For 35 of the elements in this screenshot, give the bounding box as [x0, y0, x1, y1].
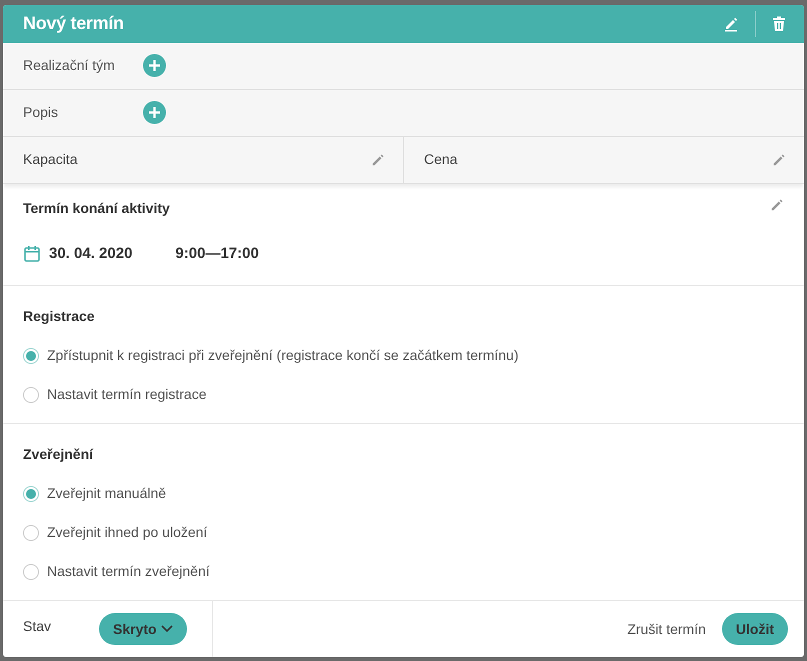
- option-label: Zveřejnit ihned po uložení: [47, 523, 208, 542]
- pencil-icon[interactable]: [772, 152, 786, 167]
- field-label: Kapacita: [23, 150, 78, 170]
- option-label: Zpřístupnit k registraci při zveřejnění (registrace končí se začátkem termínu): [47, 346, 519, 366]
- field-label: Cena: [424, 150, 458, 170]
- radio-button[interactable]: [23, 386, 39, 403]
- field-label: Realizační tým: [23, 56, 116, 76]
- pencil-icon[interactable]: [723, 16, 739, 32]
- option-label: Nastavit termín zveřejnění: [47, 562, 210, 582]
- add-button[interactable]: [143, 101, 166, 124]
- add-button[interactable]: [143, 54, 166, 78]
- plus-icon: [149, 107, 160, 118]
- pencil-icon[interactable]: [770, 198, 784, 212]
- pencil-icon[interactable]: [371, 152, 385, 167]
- cancel-link[interactable]: Zrušit termín: [627, 618, 706, 640]
- option-label: Nastavit termín registrace: [47, 385, 206, 404]
- dialog-title: Nový termín: [23, 12, 124, 36]
- section-heading: Termín konání aktivity: [23, 198, 170, 218]
- section-heading: Zveřejnění: [23, 445, 94, 464]
- caret-icon: [160, 625, 173, 634]
- option-label: Zveřejnit manuálně: [47, 484, 166, 504]
- field-label: Popis: [23, 103, 60, 122]
- date-text: 30. 04. 2020: [49, 244, 132, 264]
- save-button[interactable]: Uložit: [722, 613, 788, 646]
- section-heading: Registrace: [23, 307, 96, 326]
- plus-icon: [149, 60, 160, 72]
- trash-icon[interactable]: [772, 16, 786, 32]
- radio-button[interactable]: [23, 348, 39, 364]
- radio-button[interactable]: [23, 486, 39, 502]
- radio-button[interactable]: [23, 524, 39, 541]
- status-dropdown[interactable]: Skryto: [99, 613, 187, 646]
- calendar-icon: [23, 245, 41, 264]
- radio-button[interactable]: [23, 564, 39, 580]
- status-label: Stav: [23, 616, 52, 636]
- time-text: 9:00—17:00: [175, 244, 259, 264]
